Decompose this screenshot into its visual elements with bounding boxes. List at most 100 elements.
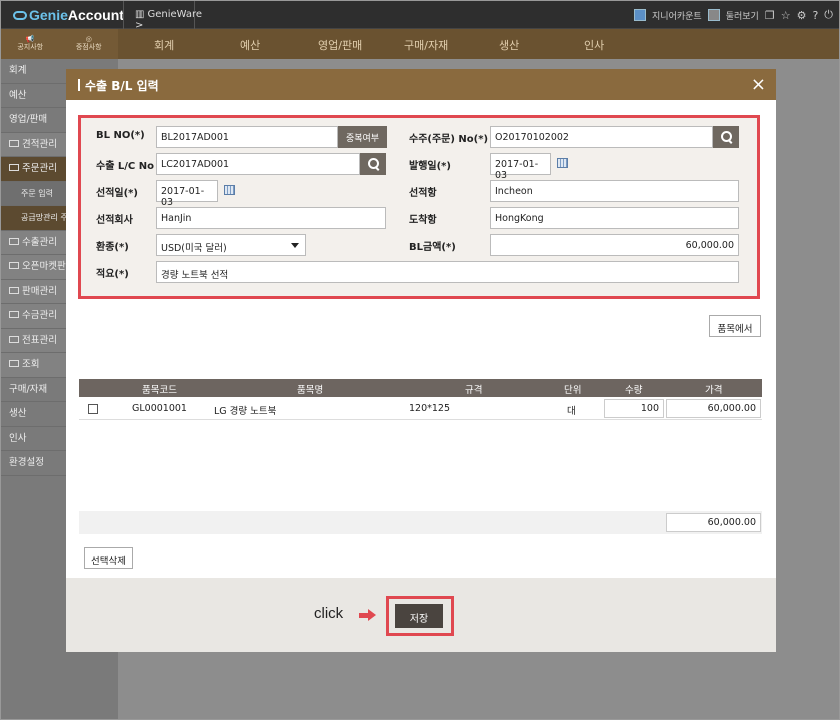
lc-search-icon[interactable] bbox=[360, 153, 386, 175]
nav-item-hr[interactable]: 인사 bbox=[584, 37, 604, 53]
top-bar: GenieAccount ▥ GenieWare > 지니어카운트 둘러보기 ❐ … bbox=[1, 1, 839, 31]
app-name: GenieWare bbox=[147, 9, 203, 20]
folder-icon bbox=[9, 311, 19, 318]
cell-spec: 120*125 bbox=[409, 403, 451, 414]
bl-no-label: BL NO(*) bbox=[96, 130, 145, 141]
bl-amount-field[interactable]: 60,000.00 bbox=[490, 234, 739, 256]
notice-shortcut[interactable]: 📢 공지사항 bbox=[17, 35, 44, 51]
dialog-body: BL NO(*) BL2017AD001 중복여부 수주(주문) No(*) O… bbox=[66, 100, 776, 578]
chevron-down-icon bbox=[291, 243, 299, 248]
genieaccount-icon bbox=[634, 9, 647, 21]
sidebar-item-label: 견적관리 bbox=[22, 138, 57, 150]
star-icon[interactable]: ☆ bbox=[781, 9, 791, 22]
folder-icon bbox=[9, 286, 19, 294]
issue-date-label: 발행일(*) bbox=[409, 161, 451, 172]
nav-item-budget[interactable]: 예산 bbox=[240, 37, 260, 53]
order-no-label: 수주(주문) No(*) bbox=[409, 134, 489, 145]
genieaccount-link[interactable]: 지니어카운트 bbox=[652, 9, 702, 22]
remark-label: 적요(*) bbox=[96, 269, 129, 280]
bl-no-field[interactable]: BL2017AD001 bbox=[156, 126, 338, 148]
help-icon[interactable]: ? bbox=[812, 9, 818, 22]
ship-company-label: 선적회사 bbox=[96, 215, 133, 226]
nav-item-purchase[interactable]: 구매/자재 bbox=[404, 37, 448, 53]
sidebar-item-label: 회계 bbox=[9, 65, 27, 76]
folder-icon bbox=[9, 262, 19, 269]
nav-item-production[interactable]: 생산 bbox=[499, 37, 519, 53]
sidebar-item-label: 인사 bbox=[9, 432, 27, 444]
tour-icon bbox=[707, 9, 720, 21]
col-qty: 수량 bbox=[625, 385, 643, 396]
sidebar-item-label: 생산 bbox=[9, 408, 27, 419]
dup-check-button[interactable]: 중복여부 bbox=[338, 126, 387, 148]
calendar-icon[interactable] bbox=[557, 158, 568, 168]
sidebar-item-label: 구매/자재 bbox=[9, 383, 48, 395]
logo-prefix: Genie bbox=[29, 7, 68, 23]
folder-icon bbox=[9, 139, 19, 147]
qty-field[interactable]: 100 bbox=[604, 399, 664, 418]
nav-item-accounting[interactable]: 회계 bbox=[154, 37, 174, 53]
nav-left-shortcuts: 📢 공지사항 ◎ 중점사항 bbox=[1, 29, 118, 59]
arrow-head-icon bbox=[368, 609, 376, 621]
dialog-title: 수출 B/L 입력 bbox=[85, 79, 159, 93]
row-checkbox[interactable] bbox=[88, 404, 98, 414]
cell-name: LG 경량 노트북 bbox=[214, 406, 277, 417]
order-search-icon[interactable] bbox=[713, 126, 739, 148]
arrival-port-field[interactable]: HongKong bbox=[490, 207, 739, 229]
total-price-field: 60,000.00 bbox=[666, 513, 761, 532]
col-code: 품목코드 bbox=[142, 385, 177, 396]
close-icon[interactable]: × bbox=[751, 74, 766, 95]
sidebar-item-label: 환경설정 bbox=[9, 457, 44, 468]
sidebar-item-label: 수출관리 bbox=[22, 236, 57, 248]
click-hint: click bbox=[314, 605, 344, 622]
app-icon: ▥ bbox=[135, 9, 145, 20]
cell-code: GL0001001 bbox=[132, 403, 187, 414]
power-icon[interactable]: ⏻ bbox=[824, 8, 833, 22]
ship-date-field[interactable]: 2017-01-03 bbox=[156, 180, 218, 208]
ship-date-label: 선적일(*) bbox=[96, 188, 138, 199]
sidebar-item-label: 주문 입력 bbox=[21, 188, 53, 198]
dialog-footer: click 저장 bbox=[66, 578, 776, 652]
lc-no-label: 수출 L/C No bbox=[96, 161, 154, 172]
gear-icon[interactable]: ⚙ bbox=[797, 9, 807, 22]
nav-item-sales[interactable]: 영업/판매 bbox=[318, 37, 362, 53]
sidebar-item-label: 판매관리 bbox=[22, 285, 57, 297]
calendar-icon[interactable] bbox=[224, 185, 235, 195]
lc-no-field[interactable]: LC2017AD001 bbox=[156, 153, 360, 175]
delete-selected-button[interactable]: 선택삭제 bbox=[84, 547, 133, 569]
col-price: 가격 bbox=[705, 385, 723, 396]
arrival-port-label: 도착항 bbox=[409, 215, 437, 226]
window-icon[interactable]: ❐ bbox=[765, 9, 775, 22]
sidebar-item-label: 예산 bbox=[9, 89, 27, 101]
price-field[interactable]: 60,000.00 bbox=[666, 399, 761, 418]
order-no-field[interactable]: O20170102002 bbox=[490, 126, 713, 148]
cloud-logo-icon bbox=[13, 11, 27, 20]
folder-icon bbox=[9, 335, 19, 343]
table-total-row: 60,000.00 bbox=[79, 511, 762, 534]
notice-label: 공지사항 bbox=[17, 43, 44, 51]
col-spec: 규격 bbox=[465, 385, 483, 396]
currency-select[interactable]: USD(미국 달러) bbox=[156, 234, 306, 256]
remark-field[interactable]: 경량 노트북 선적 bbox=[156, 261, 739, 283]
save-button[interactable]: 저장 bbox=[395, 604, 443, 628]
folder-icon bbox=[9, 237, 19, 245]
title-bar-icon bbox=[78, 79, 80, 91]
tour-link[interactable]: 둘러보기 bbox=[726, 9, 759, 22]
focus-shortcut[interactable]: ◎ 중점사항 bbox=[76, 35, 102, 51]
from-items-button[interactable]: 품목에서 bbox=[709, 315, 761, 337]
table-row: GL0001001 LG 경량 노트북 120*125 대 100 60,000… bbox=[79, 397, 762, 420]
ship-company-field[interactable]: HanJin bbox=[156, 207, 386, 229]
items-table-header: 품목코드 품목명 규격 단위 수량 가격 bbox=[79, 379, 762, 397]
folder-icon bbox=[9, 360, 19, 367]
app-switcher[interactable]: ▥ GenieWare > bbox=[123, 1, 202, 31]
dialog-header: 수출 B/L 입력 bbox=[66, 69, 776, 100]
ship-port-label: 선적항 bbox=[409, 188, 437, 199]
logo-suffix: Account bbox=[67, 7, 124, 23]
bl-form: BL NO(*) BL2017AD001 중복여부 수주(주문) No(*) O… bbox=[78, 115, 760, 299]
sidebar-item-label: 조회 bbox=[22, 359, 40, 370]
logo[interactable]: GenieAccount bbox=[13, 7, 124, 23]
bl-entry-dialog: 수출 B/L 입력 × BL NO(*) BL2017AD001 중복여부 수주… bbox=[66, 69, 776, 652]
ship-port-field[interactable]: Incheon bbox=[490, 180, 739, 202]
col-name: 품목명 bbox=[297, 385, 324, 396]
cell-unit: 대 bbox=[567, 406, 576, 417]
issue-date-field[interactable]: 2017-01-03 bbox=[490, 153, 551, 181]
